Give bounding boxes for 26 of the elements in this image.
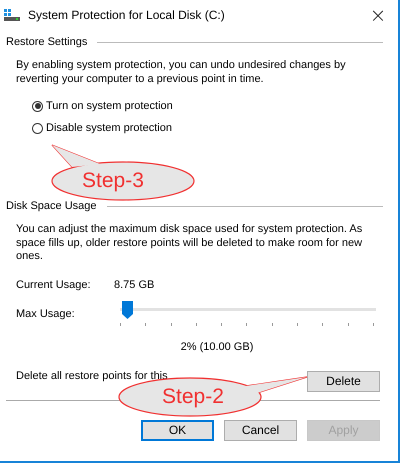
delete-button[interactable]: Delete xyxy=(307,370,380,392)
slider-thumb[interactable] xyxy=(122,300,134,318)
tick-mark xyxy=(272,322,273,326)
dialog-button[interactable]: OK xyxy=(141,420,214,440)
current-usage-value: 8.75 GB xyxy=(114,278,154,290)
radio-button[interactable] xyxy=(32,122,43,134)
drive-icon xyxy=(4,9,20,21)
radio-button[interactable] xyxy=(32,100,43,112)
description-text: By enabling system protection, you can undo undesired changes by reverting your computer to a previous point in time. xyxy=(16,59,347,86)
dialog-button[interactable]: Cancel xyxy=(224,420,297,440)
tick-mark xyxy=(221,322,222,326)
max-usage-reading: 2% (10.00 GB) xyxy=(180,340,254,352)
tick-mark xyxy=(120,322,121,326)
close-button[interactable]: × xyxy=(358,0,398,30)
window-title: System Protection for Local Disk (C:) xyxy=(28,8,226,22)
delete-text: Delete all restore points for this xyxy=(16,370,168,382)
tick-mark xyxy=(297,322,298,326)
group-heading: Disk Space Usage xyxy=(6,200,96,212)
tick-mark xyxy=(196,322,197,326)
current-usage-label: Current Usage: xyxy=(16,278,92,290)
callout-text: Step-3 xyxy=(82,168,144,194)
max-usage-label: Max Usage: xyxy=(16,308,76,320)
tick-mark xyxy=(372,322,374,326)
group-heading: Restore Settings xyxy=(6,36,88,48)
callout-text: Step-2 xyxy=(162,384,224,410)
description-text: You can adjust the maximum disk space used for system protection. As space fills up, older restore points will be deleted to make room for new ones. xyxy=(16,223,364,264)
